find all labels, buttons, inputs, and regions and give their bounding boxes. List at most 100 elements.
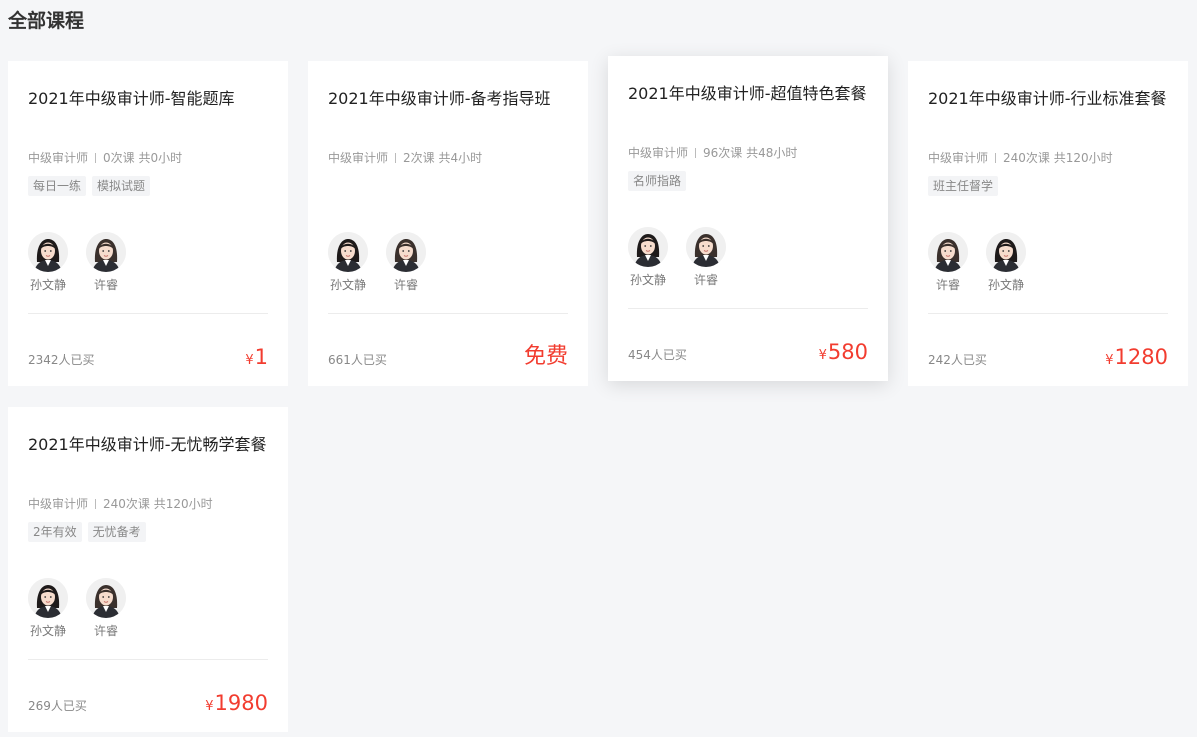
course-tag: 模拟试题 <box>92 176 151 196</box>
course-tag: 无忧备考 <box>87 522 146 542</box>
course-tags: 班主任督学 <box>928 176 999 196</box>
price-value: 580 <box>827 340 868 364</box>
teacher[interactable]: 许睿 <box>86 232 126 293</box>
teacher-avatar <box>986 232 1026 272</box>
course-meta: 中级审计师 96次课 共48小时 <box>628 145 797 161</box>
course-card[interactable]: 2021年中级审计师-行业标准套餐 中级审计师 240次课 共120小时 班主任督… <box>908 61 1188 386</box>
teacher[interactable]: 孙文静 <box>28 232 68 293</box>
course-price: ¥1980 <box>205 690 268 720</box>
course-title[interactable]: 2021年中级审计师-智能题库 <box>28 88 288 110</box>
course-meta: 中级审计师 240次课 共120小时 <box>28 496 213 512</box>
teacher-avatar <box>28 578 68 618</box>
course-price: ¥1280 <box>1105 344 1168 374</box>
meta-divider <box>395 153 397 163</box>
price-value: 1 <box>254 345 268 369</box>
sold-count: 454人已买 <box>628 348 687 362</box>
course-lessons: 240次课 共120小时 <box>103 497 213 511</box>
course-title[interactable]: 2021年中级审计师-备考指导班 <box>328 88 588 110</box>
card-divider <box>628 308 868 309</box>
teacher[interactable]: 孙文静 <box>28 578 68 639</box>
currency-symbol: ¥ <box>245 353 254 368</box>
teacher[interactable]: 许睿 <box>86 578 126 639</box>
sold-count: 242人已买 <box>928 353 987 367</box>
teacher[interactable]: 许睿 <box>386 232 426 293</box>
course-price: 免费 <box>523 344 568 373</box>
teacher-name: 许睿 <box>935 278 960 292</box>
course-tags: 每日一练 模拟试题 <box>28 176 151 196</box>
course-grid: 2021年中级审计师-智能题库 中级审计师 0次课 共0小时 每日一练 模拟试题 孙… <box>0 0 1197 737</box>
price-value: 1980 <box>214 691 268 715</box>
teacher-avatar <box>928 232 968 272</box>
course-category: 中级审计师 <box>328 151 389 165</box>
teacher-list: 孙文静 许睿 <box>628 227 726 288</box>
course-card[interactable]: 2021年中级审计师-智能题库 中级审计师 0次课 共0小时 每日一练 模拟试题 孙… <box>8 61 288 386</box>
card-divider <box>28 313 268 314</box>
card-divider <box>928 313 1168 314</box>
course-category: 中级审计师 <box>28 151 89 165</box>
sold-count: 269人已买 <box>28 699 87 713</box>
teacher[interactable]: 许睿 <box>686 227 726 288</box>
course-tag: 2年有效 <box>28 522 82 542</box>
card-divider <box>28 659 268 660</box>
course-category: 中级审计师 <box>928 151 989 165</box>
meta-divider <box>695 148 697 158</box>
teacher-avatar <box>86 578 126 618</box>
teacher-avatar <box>628 227 668 267</box>
course-meta: 中级审计师 0次课 共0小时 <box>28 150 182 166</box>
price-value: 1280 <box>1114 345 1168 369</box>
teacher[interactable]: 孙文静 <box>328 232 368 293</box>
sold-count: 2342人已买 <box>28 353 95 367</box>
meta-divider <box>95 153 97 163</box>
course-lessons: 96次课 共48小时 <box>703 146 798 160</box>
course-lessons: 2次课 共4小时 <box>403 151 483 165</box>
teacher-avatar <box>686 227 726 267</box>
teacher-avatar <box>386 232 426 272</box>
course-card[interactable]: 2021年中级审计师-备考指导班 中级审计师 2次课 共4小时 孙文静 许睿 6… <box>308 61 588 386</box>
course-lessons: 0次课 共0小时 <box>103 151 183 165</box>
course-title[interactable]: 2021年中级审计师-超值特色套餐 <box>628 83 888 105</box>
course-tags: 2年有效 无忧备考 <box>28 522 146 542</box>
course-meta: 中级审计师 240次课 共120小时 <box>928 150 1113 166</box>
course-title[interactable]: 2021年中级审计师-行业标准套餐 <box>928 88 1188 110</box>
teacher[interactable]: 孙文静 <box>986 232 1026 293</box>
teacher-name: 孙文静 <box>329 278 366 292</box>
course-tag: 每日一练 <box>28 176 87 196</box>
course-price: ¥1 <box>245 344 268 374</box>
teacher-name: 孙文静 <box>629 273 666 287</box>
card-divider <box>328 313 568 314</box>
course-title[interactable]: 2021年中级审计师-无忧畅学套餐 <box>28 434 288 456</box>
teacher-name: 许睿 <box>393 278 418 292</box>
teacher-name: 许睿 <box>93 278 118 292</box>
course-meta: 中级审计师 2次课 共4小时 <box>328 150 482 166</box>
teacher-name: 孙文静 <box>987 278 1024 292</box>
teacher[interactable]: 许睿 <box>928 232 968 293</box>
currency-symbol: ¥ <box>1105 353 1114 368</box>
teacher-list: 许睿 孙文静 <box>928 232 1026 293</box>
course-category: 中级审计师 <box>628 146 689 160</box>
currency-symbol: ¥ <box>818 348 827 363</box>
teacher-list: 孙文静 许睿 <box>28 578 126 639</box>
teacher-avatar <box>328 232 368 272</box>
teacher-list: 孙文静 许睿 <box>328 232 426 293</box>
course-category: 中级审计师 <box>28 497 89 511</box>
teacher[interactable]: 孙文静 <box>628 227 668 288</box>
teacher-name: 孙文静 <box>29 278 66 292</box>
course-tags: 名师指路 <box>628 171 687 191</box>
course-lessons: 240次课 共120小时 <box>1003 151 1113 165</box>
course-price: ¥580 <box>819 339 868 369</box>
teacher-name: 孙文静 <box>29 624 66 638</box>
course-card[interactable]: 2021年中级审计师-无忧畅学套餐 中级审计师 240次课 共120小时 2年有效… <box>8 407 288 732</box>
course-card[interactable]: 2021年中级审计师-超值特色套餐 中级审计师 96次课 共48小时 名师指路 孙… <box>608 56 888 381</box>
teacher-avatar <box>28 232 68 272</box>
course-tag: 班主任督学 <box>928 176 999 196</box>
meta-divider <box>995 153 997 163</box>
teacher-list: 孙文静 许睿 <box>28 232 126 293</box>
teacher-name: 许睿 <box>93 624 118 638</box>
currency-symbol: ¥ <box>205 699 214 714</box>
course-tag: 名师指路 <box>628 171 687 191</box>
teacher-name: 许睿 <box>693 273 718 287</box>
sold-count: 661人已买 <box>328 353 387 367</box>
teacher-avatar <box>86 232 126 272</box>
meta-divider <box>95 499 97 509</box>
price-value: 免费 <box>523 344 568 369</box>
